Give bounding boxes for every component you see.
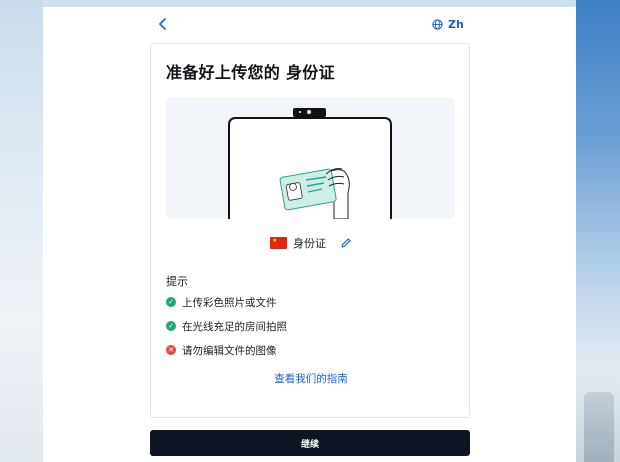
upload-card: 准备好上传您的 身份证 ★ 身份证 提示 ✓ 上传彩色照片或文件 ✓ 在光线充足… <box>150 43 470 418</box>
check-circle-icon: ✓ <box>166 297 176 307</box>
document-type-label: 身份证 <box>293 237 326 250</box>
document-type-row: ★ 身份证 <box>151 234 471 252</box>
background-left <box>0 0 43 462</box>
view-guide-link[interactable]: 查看我们的指南 <box>151 371 471 386</box>
verification-panel: Zh 准备好上传您的 身份证 ★ 身份证 提示 ✓ 上传彩色照片或文件 ✓ 在光… <box>43 7 576 462</box>
continue-button[interactable]: 继续 <box>150 430 470 456</box>
background-lamp <box>584 392 614 462</box>
page-title: 准备好上传您的 身份证 <box>166 63 335 82</box>
chevron-left-icon <box>159 18 166 30</box>
language-selector[interactable]: Zh <box>432 16 464 32</box>
background-right <box>576 0 620 462</box>
tips-title: 提示 <box>166 275 188 288</box>
tip-label: 上传彩色照片或文件 <box>182 296 277 309</box>
x-circle-icon: ✕ <box>166 345 176 355</box>
language-label: Zh <box>448 17 464 31</box>
tip-label: 请勿编辑文件的图像 <box>182 344 277 357</box>
check-circle-icon: ✓ <box>166 321 176 331</box>
tip-label: 在光线充足的房间拍照 <box>182 320 287 333</box>
tip-item: ✓ 在光线充足的房间拍照 <box>166 319 287 333</box>
tip-item: ✓ 上传彩色照片或文件 <box>166 295 277 309</box>
pencil-icon[interactable] <box>340 237 352 249</box>
globe-icon <box>432 18 443 30</box>
tip-item: ✕ 请勿编辑文件的图像 <box>166 343 277 357</box>
top-bar: Zh <box>43 7 576 41</box>
phone-with-id-card-illustration <box>166 97 455 219</box>
china-flag-icon: ★ <box>270 237 287 249</box>
back-button[interactable] <box>155 16 171 32</box>
